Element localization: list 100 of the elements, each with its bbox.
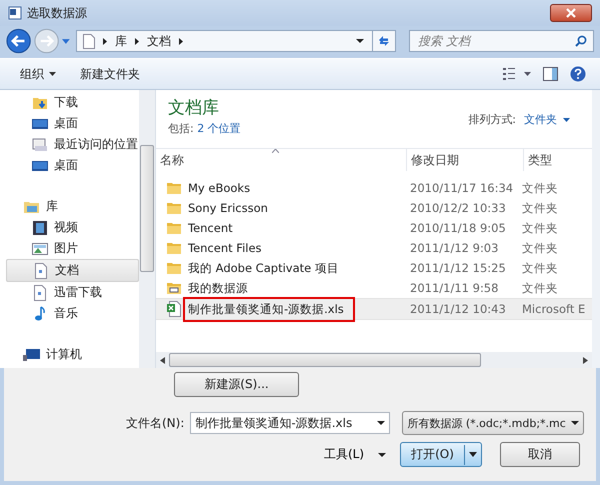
breadcrumb[interactable]: 文档 bbox=[147, 32, 172, 50]
scroll-right-icon[interactable] bbox=[583, 356, 588, 364]
breadcrumb[interactable]: 库 bbox=[115, 32, 128, 50]
nav-item[interactable]: 桌面 bbox=[6, 113, 139, 134]
date-cell-text: 2011/1/12 10:43 bbox=[409, 302, 507, 316]
nav-icon bbox=[32, 138, 48, 152]
file-icon bbox=[166, 200, 182, 216]
new-folder-button[interactable]: 新建文件夹 bbox=[74, 64, 146, 84]
file-row[interactable]: Tencent 2010/11/18 9:05 文件夹 bbox=[156, 218, 592, 238]
back-button[interactable] bbox=[6, 28, 32, 54]
file-row[interactable]: Tencent Files 2011/1/12 9:03 文件夹 bbox=[156, 238, 592, 258]
type-cell-text: 文件夹 bbox=[521, 240, 559, 256]
library-title: 文档库 bbox=[168, 97, 220, 119]
file-row[interactable]: Sony Ericsson 2010/12/2 10:33 文件夹 bbox=[156, 198, 592, 218]
type-cell-text: 文件夹 bbox=[521, 180, 559, 196]
nav-item[interactable]: 下载 bbox=[6, 92, 139, 113]
column-header[interactable]: 修改日期 bbox=[407, 149, 524, 171]
file-name: 我的 Adobe Captivate 项目 bbox=[187, 260, 340, 276]
scrollbar[interactable] bbox=[139, 90, 155, 368]
search-field[interactable]: 搜索 文档 bbox=[409, 30, 594, 52]
computer-icon bbox=[23, 348, 40, 360]
filename-field[interactable]: 制作批量领奖通知-源数据.xls bbox=[190, 412, 390, 434]
file-name: 我的数据源 bbox=[187, 280, 249, 296]
chevron-icon bbox=[103, 38, 108, 44]
file-row[interactable]: 制作批量领奖通知-源数据.xls 2011/1/12 10:43 Microsoft E bbox=[156, 298, 592, 320]
file-icon bbox=[166, 180, 182, 196]
app-icon bbox=[8, 6, 22, 20]
type-cell-text: 文件夹 bbox=[521, 280, 559, 296]
filename-label: 文件名(N): bbox=[126, 414, 184, 432]
nav-icon bbox=[32, 240, 48, 256]
search-icon bbox=[575, 35, 587, 47]
nav-item[interactable]: 迅雷下载 bbox=[6, 282, 139, 303]
chevron-icon bbox=[135, 38, 140, 44]
file-icon bbox=[166, 240, 182, 256]
file-icon bbox=[166, 301, 182, 317]
nav-item[interactable]: 最近访问的位置 bbox=[6, 134, 139, 155]
date-cell-text: 2011/1/12 15:25 bbox=[409, 261, 507, 275]
scroll-left-icon[interactable] bbox=[160, 356, 165, 364]
help-icon[interactable] bbox=[570, 66, 586, 82]
file-name: Tencent Files bbox=[187, 240, 263, 257]
date-cell-text: 2010/12/2 10:33 bbox=[409, 201, 507, 215]
type-cell-text: 文件夹 bbox=[521, 200, 559, 216]
type-cell-text: 文件夹 bbox=[521, 220, 559, 236]
nav-item[interactable]: 桌面 bbox=[6, 155, 139, 176]
file-type-dropdown[interactable]: 所有数据源 (*.odc;*.mdb;*.mc bbox=[402, 411, 584, 435]
nav-icon bbox=[32, 116, 48, 130]
caret-icon bbox=[49, 72, 56, 76]
cancel-button[interactable]: 取消 bbox=[500, 442, 580, 467]
nav-icon bbox=[32, 284, 48, 300]
locations-link[interactable]: 2 个位置 bbox=[197, 122, 241, 135]
caret-icon bbox=[571, 421, 580, 425]
file-row[interactable]: 我的数据源 2011/1/11 9:58 文件夹 bbox=[156, 278, 592, 298]
arrange-label: 排列方式: bbox=[468, 112, 516, 127]
nav-item[interactable]: 音乐 bbox=[6, 303, 139, 324]
nav-icon bbox=[32, 96, 48, 110]
caret-icon bbox=[378, 452, 386, 456]
refresh-icon bbox=[377, 35, 392, 47]
date-cell-text: 2011/1/12 9:03 bbox=[409, 241, 500, 255]
address-bar[interactable]: 库 文档 bbox=[76, 30, 396, 52]
close-button[interactable] bbox=[550, 4, 592, 22]
view-options-icon[interactable] bbox=[503, 68, 531, 80]
nav-icon bbox=[32, 220, 48, 236]
window-title: 选取数据源 bbox=[27, 4, 87, 22]
nav-item[interactable]: 视频 bbox=[6, 217, 139, 238]
library-icon bbox=[23, 200, 40, 214]
date-cell-text: 2010/11/17 16:34 bbox=[409, 181, 514, 195]
file-row[interactable]: 我的 Adobe Captivate 项目 2011/1/12 15:25 文件夹 bbox=[156, 258, 592, 278]
file-name: Tencent bbox=[187, 220, 234, 237]
nav-icon bbox=[33, 262, 49, 278]
type-cell-text: Microsoft E bbox=[521, 302, 586, 316]
file-name: Sony Ericsson bbox=[187, 200, 269, 217]
includes-label: 包括: bbox=[168, 122, 194, 135]
arrange-dropdown[interactable]: 文件夹 bbox=[524, 112, 570, 127]
document-icon bbox=[83, 34, 96, 48]
chevron-icon bbox=[179, 38, 184, 44]
caret-icon bbox=[563, 118, 570, 122]
type-cell-text: 文件夹 bbox=[521, 260, 559, 276]
organize-menu[interactable]: 组织 bbox=[14, 64, 62, 84]
column-header[interactable]: 类型 bbox=[524, 149, 592, 171]
column-header[interactable]: 名称 bbox=[156, 149, 407, 171]
file-name: 制作批量领奖通知-源数据.xls bbox=[186, 300, 352, 318]
file-icon bbox=[166, 220, 182, 236]
open-button[interactable]: 打开(O) bbox=[400, 442, 482, 467]
dropdown-arrow-icon[interactable] bbox=[356, 39, 364, 43]
nav-icon bbox=[32, 306, 48, 322]
nav-item[interactable]: 图片 bbox=[6, 238, 139, 259]
close-icon bbox=[566, 8, 576, 18]
tools-menu[interactable]: 工具(L) bbox=[324, 446, 386, 463]
nav-item[interactable]: 库 bbox=[6, 196, 139, 217]
file-row[interactable]: My eBooks 2010/11/17 16:34 文件夹 bbox=[156, 178, 592, 198]
sort-icon bbox=[272, 149, 279, 153]
new-source-button[interactable]: 新建源(S)... bbox=[174, 372, 299, 397]
date-cell-text: 2011/1/11 9:58 bbox=[409, 281, 500, 295]
date-cell-text: 2010/11/18 9:05 bbox=[409, 221, 507, 235]
scrollbar[interactable] bbox=[156, 352, 592, 368]
caret-icon bbox=[377, 421, 386, 425]
nav-item[interactable]: 文档 bbox=[6, 259, 139, 282]
preview-pane-icon[interactable] bbox=[543, 67, 558, 81]
file-icon bbox=[166, 260, 182, 276]
nav-item[interactable]: 计算机 bbox=[6, 344, 139, 365]
